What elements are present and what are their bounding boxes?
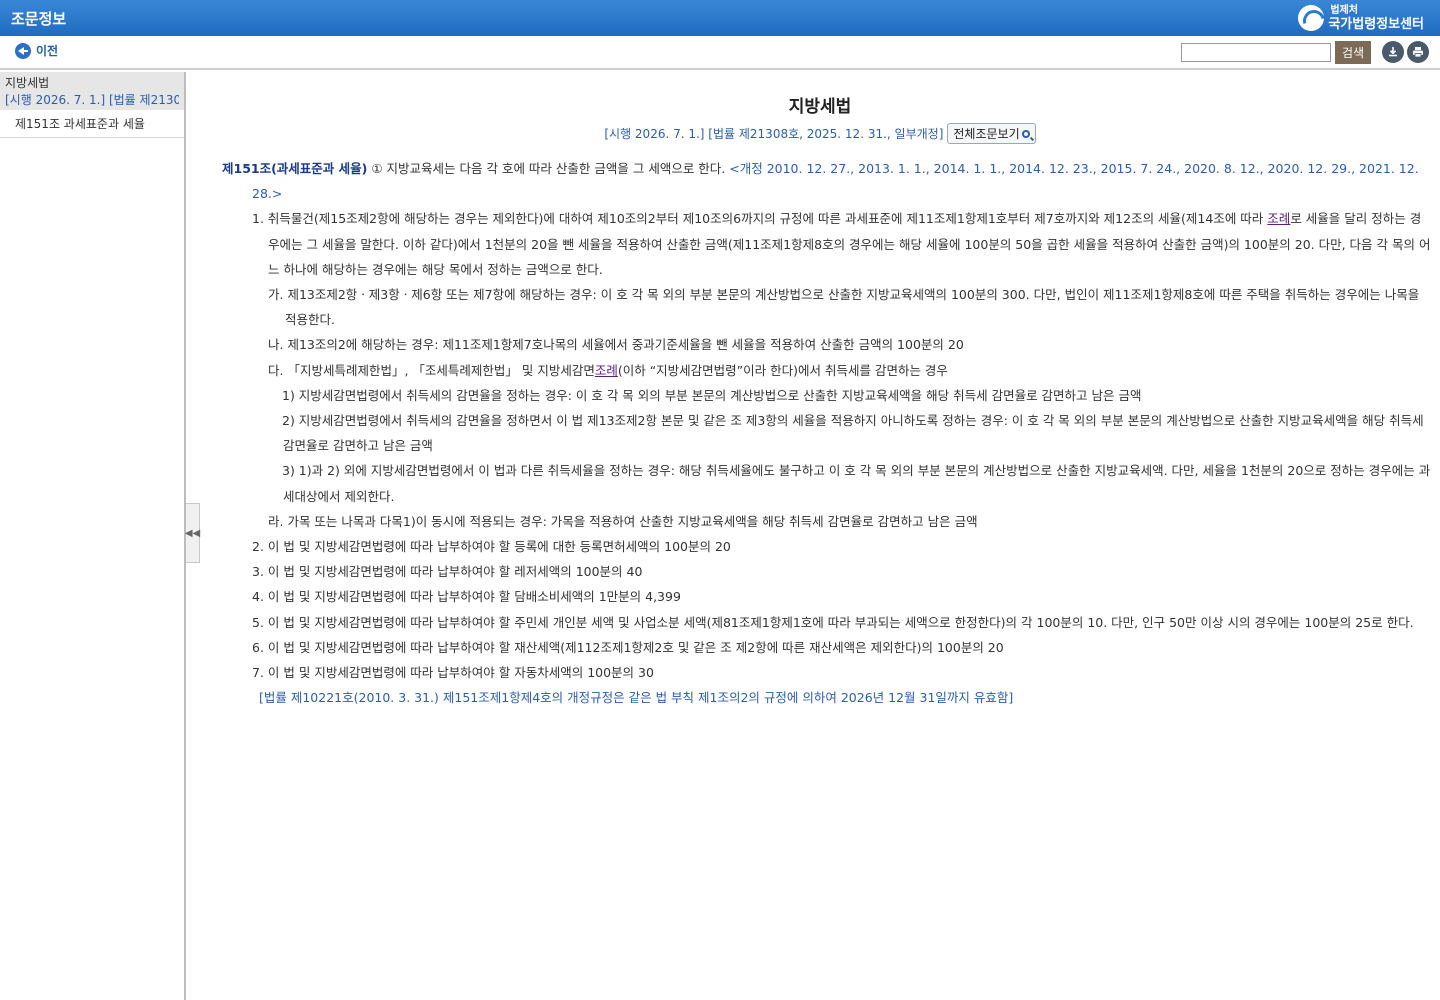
law-title: 지방세법 xyxy=(788,97,852,117)
download-icon xyxy=(1389,47,1397,57)
list-item: 1) 지방세감면법령에서 취득세의 감면율을 정하는 경우: 이 호 각 목 외… xyxy=(282,387,1142,403)
article-lead: ① 지방교육세는 다음 각 호에 따라 산출한 금액을 그 세액으로 한다. xyxy=(367,161,730,176)
list-item: 다. 「지방세특례제한법」, 「조세특례제한법」 및 지방세감면조례(이하 “지… xyxy=(268,362,948,378)
collapse-left-icon: ◀◀ xyxy=(184,527,201,539)
toolbar: 이전 검색 xyxy=(0,36,1440,70)
search-input[interactable] xyxy=(1181,43,1331,62)
list-item: 가. 제13조제2항ㆍ제3항ㆍ제6항 또는 제7항에 해당하는 경우: 이 호 … xyxy=(268,287,1420,328)
law-enforcement-info: [시행 2026. 7. 1.] [법률 제21308호, 2025. 12. … xyxy=(604,127,944,141)
law-center-logo[interactable]: 법제처 국가법령정보센터 xyxy=(1298,3,1424,33)
ordinance-link[interactable]: 조례 xyxy=(595,363,618,378)
magnifier-icon xyxy=(1021,129,1030,138)
list-item: 5. 이 법 및 지방세감면법령에 따라 납부하여야 할 주민세 개인분 세액 … xyxy=(252,614,1414,630)
back-arrow-icon xyxy=(15,42,31,59)
back-button[interactable]: 이전 xyxy=(15,42,58,59)
sidebar-law-info: [시행 2026. 7. 1.] [법률 제21308호, 2025. 12. … xyxy=(5,93,179,107)
article-heading: 제151조(과세표준과 세율) ① 지방교육세는 다음 각 호에 따라 산출한 … xyxy=(222,156,1432,206)
sidebar-item-article-151[interactable]: 제151조 과세표준과 세율 xyxy=(0,110,184,138)
search-button[interactable]: 검색 xyxy=(1335,41,1371,64)
article-body: 제151조(과세표준과 세율) ① 지방교육세는 다음 각 호에 따라 산출한 … xyxy=(222,156,1432,710)
list-item: 라. 가목 또는 나목과 다목1)이 동시에 적용되는 경우: 가목을 적용하여… xyxy=(268,513,978,529)
validity-note: [법률 제10221호(2010. 3. 31.) 제151조제1항제4호의 개… xyxy=(259,690,1014,706)
list-item: 3. 이 법 및 지방세감면법령에 따라 납부하여야 할 레저세액의 100분의… xyxy=(252,564,643,580)
back-label: 이전 xyxy=(36,44,59,58)
logo-small-text: 법제처 xyxy=(1330,4,1358,16)
sidebar-collapse-button[interactable]: ◀◀ xyxy=(184,503,201,563)
logo-mark-icon xyxy=(1298,5,1325,31)
top-header-bar: 조문정보 법제처 국가법령정보센터 xyxy=(0,0,1440,36)
list-item: 나. 제13조의2에 해당하는 경우: 제11조제1항제7호나목의 세율에서 중… xyxy=(268,337,964,353)
list-item: 6. 이 법 및 지방세감면법령에 따라 납부하여야 할 재산세액(제112조제… xyxy=(252,639,1004,655)
sidebar-law-header: 지방세법 [시행 2026. 7. 1.] [법률 제21308호, 2025.… xyxy=(0,72,184,110)
sidebar-law-name: 지방세법 xyxy=(5,76,50,90)
sidebar: 지방세법 [시행 2026. 7. 1.] [법률 제21308호, 2025.… xyxy=(0,72,186,1000)
list-item: 2. 이 법 및 지방세감면법령에 따라 납부하여야 할 등록에 대한 등록면허… xyxy=(252,539,731,555)
logo-big-text: 국가법령정보센터 xyxy=(1328,16,1424,32)
list-item: 3) 1)과 2) 외에 지방세감면법령에서 이 법과 다른 취득세율을 정하는… xyxy=(282,463,1431,504)
view-all-articles-button[interactable]: 전체조문보기 xyxy=(947,123,1036,144)
print-icon xyxy=(1413,47,1423,58)
main-content: 지방세법 [시행 2026. 7. 1.] [법률 제21308호, 2025.… xyxy=(200,72,1440,1000)
list-item: 1. 취득물건(제15조제2항에 해당하는 경우는 제외한다)에 대하여 제10… xyxy=(252,211,1431,277)
print-button[interactable] xyxy=(1407,41,1429,63)
list-item: 4. 이 법 및 지방세감면법령에 따라 납부하여야 할 담배소비세액의 1만분… xyxy=(252,589,681,605)
page-title: 조문정보 xyxy=(11,10,67,28)
list-item: 7. 이 법 및 지방세감면법령에 따라 납부하여야 할 자동차세액의 100분… xyxy=(252,665,654,681)
article-title: 제151조(과세표준과 세율) xyxy=(222,161,368,176)
list-item: 2) 지방세감면법령에서 취득세의 감면율을 정하면서 이 법 제13조제2항 … xyxy=(282,413,1424,454)
download-button[interactable] xyxy=(1382,41,1404,63)
ordinance-link[interactable]: 조례 xyxy=(1267,211,1290,226)
